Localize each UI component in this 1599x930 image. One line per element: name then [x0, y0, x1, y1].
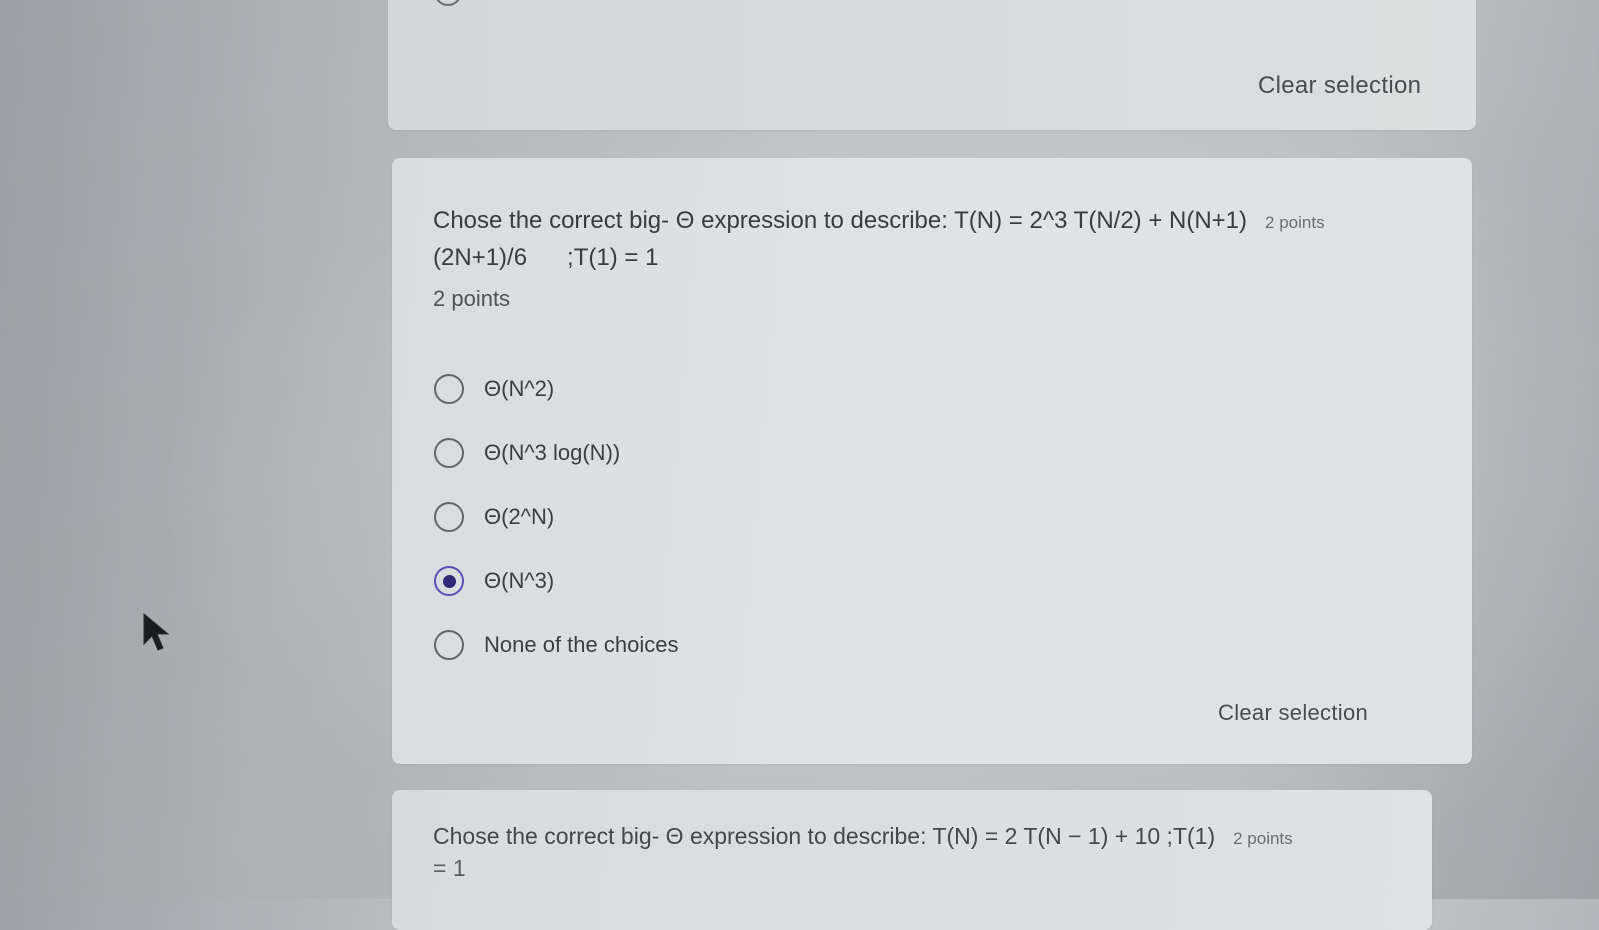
points-tag: 2 points	[1265, 213, 1325, 232]
option-label: Θ(N^2)	[484, 376, 555, 401]
radio-button[interactable]	[434, 438, 464, 468]
question-line-1: Chose the correct big- Θ expression to d…	[433, 207, 1248, 234]
radio-button-selected[interactable]	[434, 566, 464, 596]
option-label: Θ(N^3 log(N))	[484, 440, 621, 465]
option-label: Θ(N^3)	[484, 568, 555, 593]
next-points-tag: 2 points	[1233, 829, 1293, 848]
radio-button[interactable]	[434, 630, 464, 660]
clear-selection-button[interactable]: Clear selection	[1218, 700, 1368, 726]
options-list: Θ(N^2) Θ(N^3 log(N)) Θ(2^N) Θ(N^3) None …	[434, 357, 678, 677]
option-n-squared[interactable]: Θ(N^2)	[434, 357, 678, 421]
next-question-text: Chose the correct big- Θ expression to d…	[433, 820, 1393, 884]
question-text: Chose the correct big- Θ expression to d…	[433, 202, 1443, 316]
next-question-line-2: = 1	[433, 855, 466, 882]
question-points: 2 points	[433, 286, 511, 312]
option-n-cubed[interactable]: Θ(N^3)	[434, 549, 678, 613]
option-2-to-n[interactable]: Θ(2^N)	[434, 485, 678, 549]
option-label: Θ(2^N)	[484, 504, 555, 529]
radio-button[interactable]	[434, 502, 464, 532]
question-line-2: (2N+1)/6 ;T(1) = 1	[433, 244, 659, 272]
option-n-cubed-log-n[interactable]: Θ(N^3 log(N))	[434, 421, 678, 485]
option-label: None of the choices	[484, 632, 679, 657]
radio-button[interactable]	[434, 374, 464, 404]
next-question-line-1: Chose the correct big- Θ expression to d…	[433, 823, 1216, 849]
previous-question-card	[388, 0, 1476, 130]
option-none-of-the-choices[interactable]: None of the choices	[434, 613, 678, 677]
mouse-pointer-icon	[143, 612, 170, 651]
previous-clear-selection-button[interactable]: Clear selection	[1258, 72, 1421, 100]
